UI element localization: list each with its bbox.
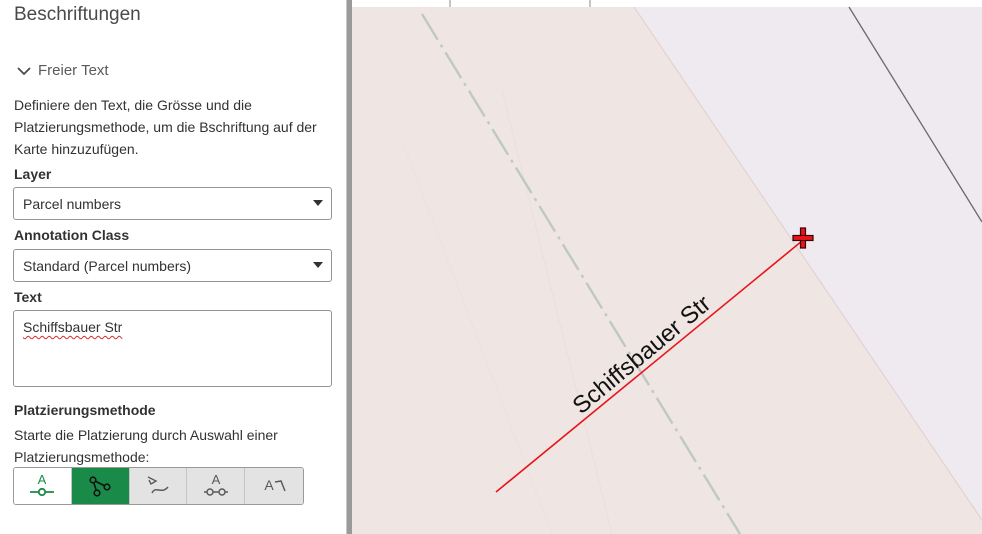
curved-text-icon xyxy=(147,476,169,494)
placement-follow-feature-button[interactable]: A xyxy=(245,468,303,504)
placement-curved-button[interactable] xyxy=(129,468,188,504)
dropdown-caret-icon xyxy=(313,200,323,206)
placement-leader-button[interactable]: A xyxy=(187,468,246,504)
text-input-value: Schiffsbauer Str xyxy=(23,319,123,335)
text-label: Text xyxy=(14,289,42,305)
placement-straight-button[interactable] xyxy=(71,468,130,504)
annotation-panel: Beschriftungen Freier Text Definiere den… xyxy=(0,0,346,534)
text-input[interactable]: Schiffsbauer Str xyxy=(13,310,332,387)
layer-select[interactable]: Parcel numbers xyxy=(13,187,332,220)
panel-title: Beschriftungen xyxy=(14,4,141,25)
map-canvas: Schiffsbauer Str xyxy=(352,0,982,534)
annotation-class-select[interactable]: Standard (Parcel numbers) xyxy=(13,249,332,282)
follow-feature-text-icon: A xyxy=(264,477,286,493)
leader-text-icon: A xyxy=(203,472,228,496)
layer-label: Layer xyxy=(14,166,52,182)
placement-hint: Starte die Platzierung durch Auswahl ein… xyxy=(14,427,278,465)
svg-text:A: A xyxy=(211,472,220,487)
map-view[interactable]: Schiffsbauer Str xyxy=(352,0,982,534)
layer-select-value: Parcel numbers xyxy=(23,195,122,212)
placement-method-group: A A A xyxy=(13,467,304,505)
svg-text:A: A xyxy=(264,477,274,493)
straight-line-text-icon xyxy=(89,476,111,497)
dropdown-caret-icon xyxy=(313,262,323,268)
horizontal-text-icon: A xyxy=(30,472,55,497)
placement-horizontal-button[interactable]: A xyxy=(14,468,72,504)
chevron-down-icon xyxy=(17,66,31,75)
section-label: Freier Text xyxy=(38,62,109,79)
svg-text:A: A xyxy=(38,472,47,487)
section-description: Definiere den Text, die Grösse und die P… xyxy=(14,97,317,157)
annotation-class-label: Annotation Class xyxy=(14,227,130,243)
placement-label: Platzierungsmethode xyxy=(14,402,156,418)
map-top-strip xyxy=(352,0,982,7)
annotation-class-select-value: Standard (Parcel numbers) xyxy=(23,257,192,274)
section-toggle-freier-text[interactable]: Freier Text xyxy=(16,62,109,79)
